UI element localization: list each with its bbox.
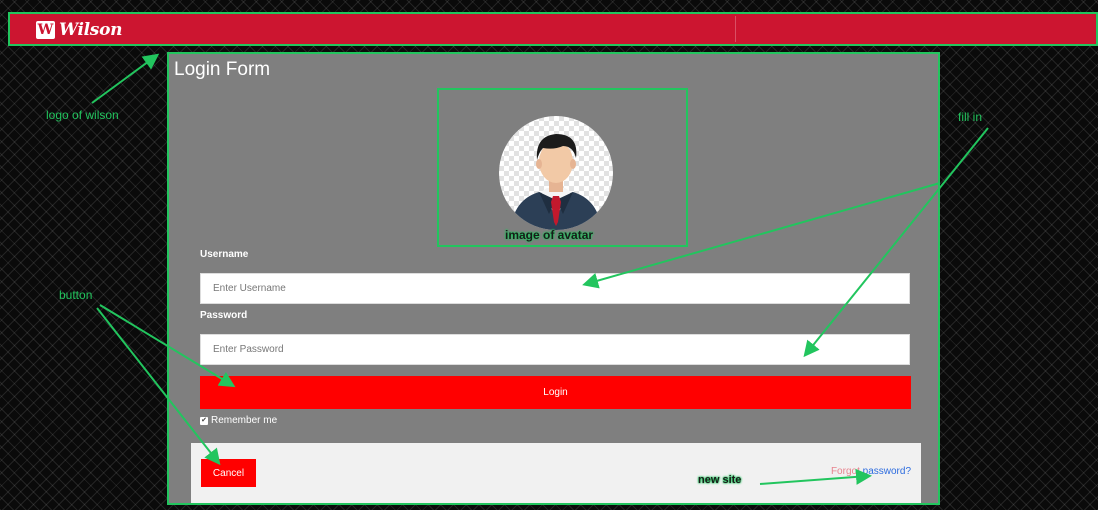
logo-mark-letter: W [37,22,54,38]
cancel-button[interactable]: Cancel [201,459,256,487]
annotation-button: button [59,288,93,302]
page: W Wilson Login Form image of avatar User… [0,0,1098,510]
annotation-new-site: new site [698,474,742,486]
forgot-link-word[interactable]: Forgot [831,466,860,477]
page-title: Login Form [174,59,271,80]
remember-me-label: Remember me [211,415,278,426]
username-input[interactable] [200,273,910,304]
forgot-password-link[interactable]: password? [863,466,911,477]
login-button[interactable]: Login [200,376,911,409]
checkbox-checked-icon[interactable]: ✔ [200,416,208,425]
login-panel: Login Form image of avatar Username Ente… [167,52,940,505]
remember-me[interactable]: ✔ Remember me [200,415,277,426]
wilson-w-logo-icon: W [36,21,55,39]
header-bar: W Wilson [8,12,1098,46]
header-divider [735,16,736,42]
forgot-password: Forgot password? [831,466,911,477]
form-footer: Cancel Forgot password? [191,443,921,503]
annotation-fill-in: fill in [958,110,983,124]
avatar-frame: image of avatar [437,88,688,247]
user-avatar-icon [499,116,613,230]
wilson-logo[interactable]: W Wilson [36,20,122,40]
logo-text: Wilson [59,20,123,40]
annotation-logo: logo of wilson [46,108,119,122]
password-input[interactable] [200,334,910,365]
username-label: Username [200,249,249,260]
password-label: Password [200,310,248,321]
annotation-avatar: image of avatar [505,228,594,242]
